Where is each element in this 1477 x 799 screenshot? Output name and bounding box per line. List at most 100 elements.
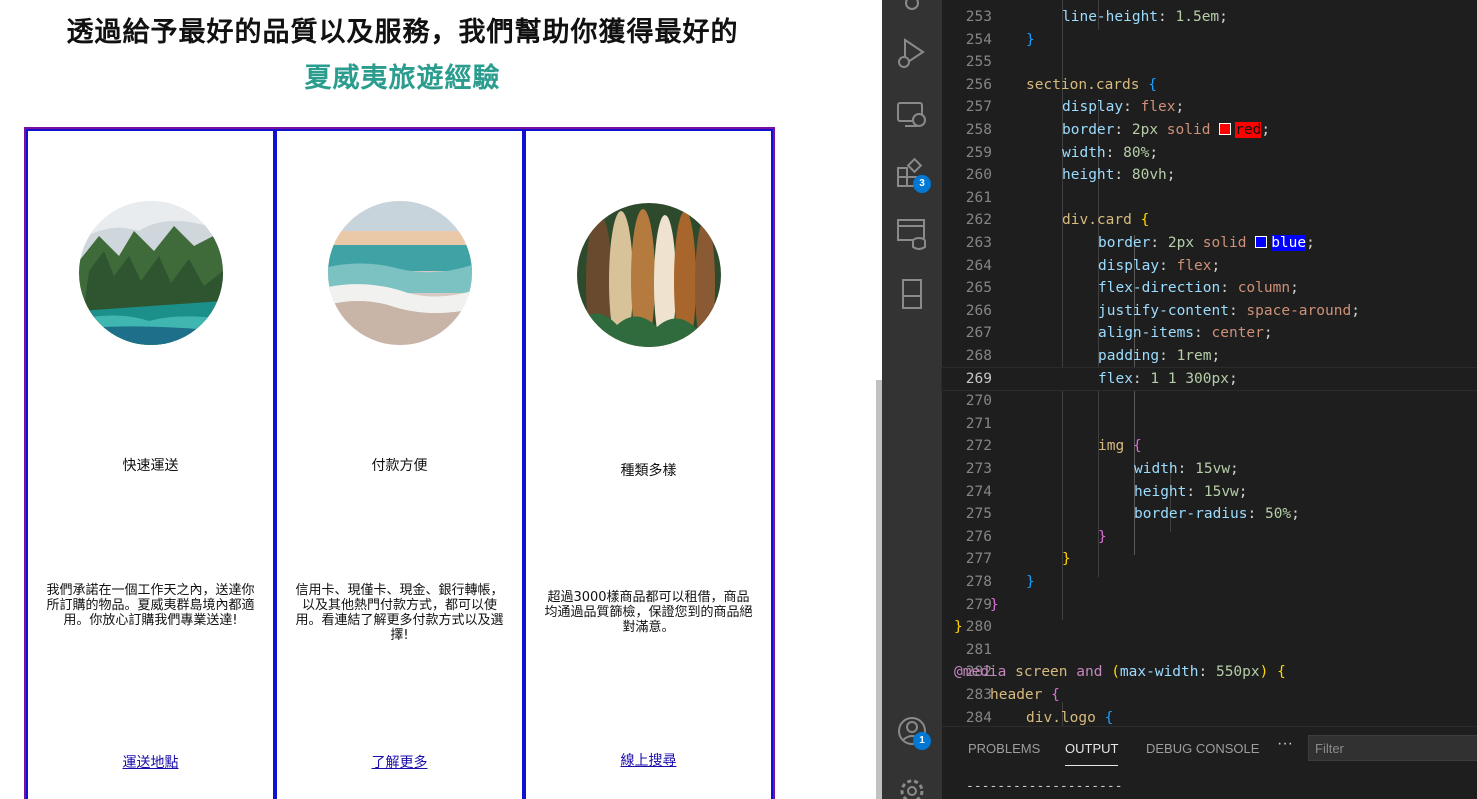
code-line[interactable]: 254} [942, 29, 1477, 52]
code-text: } [1026, 574, 1035, 590]
code-line[interactable]: 270 [942, 390, 1477, 413]
code-line[interactable]: 258 border: 2px solid red; [942, 119, 1477, 142]
extensions-badge: 3 [913, 175, 931, 193]
remote-explorer-icon[interactable] [895, 98, 929, 132]
line-number: 267 [965, 325, 992, 342]
code-line[interactable]: 253 line-height: 1.5em; [942, 6, 1477, 29]
hero-headline: 透過給予最好的品質以及服務，我們幫助你獲得最好的 [66, 17, 739, 48]
code-text: height: 15vw; [1134, 483, 1248, 500]
code-line[interactable]: 271 [942, 413, 1477, 436]
line-number: 270 [965, 393, 992, 410]
code-line[interactable]: 281 [942, 639, 1477, 662]
card-description: 我們承諾在一個工作天之內，送達你所訂購的物品。夏威夷群島境內都適用。你放心訂購我… [46, 583, 255, 628]
tab-debug-console[interactable]: DEBUG CONSOLE [1146, 741, 1259, 756]
line-number: 261 [965, 189, 992, 206]
card-variety: 種類多樣 超過3000樣商品都可以租借，商品均通過品質篩檢，保證您到的商品絕對滿… [524, 129, 773, 799]
code-line[interactable]: 277} [942, 548, 1477, 571]
shipping-locations-link[interactable]: 運送地點 [28, 752, 273, 772]
tab-output[interactable]: OUTPUT [1065, 741, 1119, 766]
line-number: 264 [965, 257, 992, 274]
code-text: width: 15vw; [1134, 461, 1239, 477]
code-text: div.card { [1062, 212, 1150, 229]
code-line[interactable]: 266 justify-content: space-around; [942, 300, 1477, 323]
code-line[interactable]: 280} [942, 616, 1477, 639]
learn-more-link[interactable]: 了解更多 [277, 752, 522, 772]
code-line[interactable]: 256 section.cards { [942, 74, 1477, 97]
code-text: @media screen and (max-width: 550px) { [954, 664, 1286, 681]
activity-bar: 3 1 [882, 0, 942, 799]
code-line[interactable]: 273 width: 15vw; [942, 458, 1477, 481]
bottom-panel: PROBLEMS OUTPUT DEBUG CONSOLE ··· Filter… [942, 726, 1477, 799]
more-actions-icon[interactable]: ··· [1277, 735, 1293, 753]
code-line[interactable]: 261 [942, 187, 1477, 210]
code-text: border-radius: 50%; [1134, 506, 1300, 523]
code-line[interactable]: 276} [942, 526, 1477, 549]
code-text: } [1098, 528, 1107, 545]
line-number: 263 [965, 235, 992, 251]
run-debug-icon[interactable] [895, 36, 929, 70]
code-text: height: 80vh; [1062, 167, 1176, 184]
code-line[interactable]: 263 border: 2px solid blue; [942, 232, 1477, 255]
code-line[interactable]: 259 width: 80%; [942, 142, 1477, 165]
code-text: flex: 1 1 300px; [1098, 370, 1238, 387]
mountain-coast-photo [78, 201, 223, 345]
code-text: width: 80%; [1062, 144, 1159, 161]
line-number: 260 [965, 167, 992, 184]
search-online-link[interactable]: 線上搜尋 [526, 750, 771, 770]
line-number: 258 [965, 122, 992, 138]
code-line[interactable]: 257 display: flex; [942, 96, 1477, 119]
code-line[interactable]: 265 flex-direction: column; [942, 277, 1477, 300]
code-line[interactable]: 278} [942, 571, 1477, 594]
code-line[interactable]: 283 header { [942, 684, 1477, 707]
line-number: 253 [965, 9, 992, 25]
line-number: 268 [965, 348, 992, 364]
code-line[interactable]: 267 align-items: center; [942, 322, 1477, 345]
code-line[interactable]: 272 img { [942, 435, 1477, 458]
code-line[interactable]: 279} [942, 594, 1477, 617]
line-number: 274 [965, 483, 992, 500]
card-fast-delivery: 快速運送 我們承諾在一個工作天之內，送達你所訂購的物品。夏威夷群島境內都適用。你… [26, 129, 275, 799]
line-number: 255 [965, 54, 992, 71]
vscode-window: 3 1 253 line-height: 1.5em; 254} 255 256 sect… [882, 0, 1477, 799]
code-line[interactable]: 282 @media screen and (max-width: 550px) … [942, 661, 1477, 684]
code-text: display: flex; [1062, 99, 1185, 116]
line-number: 280 [965, 619, 992, 636]
line-number: 275 [965, 506, 992, 523]
code-line[interactable]: 274 height: 15vw; [942, 481, 1477, 504]
card-easy-payment: 付款方便 信用卡、現僅卡、現金、銀行轉帳，以及其他熱門付款方式，都可以使用。看連… [275, 129, 524, 799]
cards-section: 快速運送 我們承諾在一個工作天之內，送達你所訂購的物品。夏威夷群島境內都適用。你… [24, 127, 775, 799]
gear-icon[interactable] [895, 774, 929, 799]
code-text: header { [990, 687, 1060, 703]
line-number: 277 [965, 551, 992, 568]
code-line[interactable]: 275 border-radius: 50%; [942, 503, 1477, 526]
code-text: border: 2px solid blue; [1098, 235, 1315, 251]
beach-waves-photo [327, 201, 472, 345]
code-editor[interactable]: 253 line-height: 1.5em; 254} 255 256 section.… [941, 0, 1477, 726]
card-title: 種類多樣 [620, 463, 677, 479]
code-line[interactable]: 268 padding: 1rem; [942, 345, 1477, 368]
line-number: 256 [965, 76, 992, 93]
code-text: } [1026, 31, 1035, 48]
line-number: 283 [965, 687, 992, 703]
accounts-badge: 1 [913, 732, 931, 750]
code-line[interactable]: 255 [942, 51, 1477, 74]
code-line[interactable]: 262 div.card { [942, 209, 1477, 232]
output-text: -------------------- [966, 779, 1123, 794]
output-filter-input[interactable]: Filter [1308, 735, 1477, 761]
database-icon[interactable] [895, 216, 929, 250]
hero-headline-accent: 夏威夷旅遊經驗 [304, 63, 501, 94]
line-number: 257 [965, 99, 992, 116]
book-icon[interactable] [895, 278, 929, 312]
line-number: 269 [965, 370, 992, 387]
line-number: 265 [965, 280, 992, 297]
search-icon[interactable] [895, 0, 929, 20]
code-line[interactable]: 260 height: 80vh; [942, 164, 1477, 187]
line-number: 278 [965, 574, 992, 590]
line-number: 273 [965, 461, 992, 477]
tab-problems[interactable]: PROBLEMS [968, 741, 1040, 756]
code-text: border: 2px solid red; [1062, 122, 1271, 138]
code-line[interactable]: 269 flex: 1 1 300px; [941, 366, 1477, 392]
code-text: img { [1098, 438, 1142, 455]
line-number: 276 [965, 528, 992, 545]
code-line[interactable]: 264 display: flex; [942, 255, 1477, 278]
